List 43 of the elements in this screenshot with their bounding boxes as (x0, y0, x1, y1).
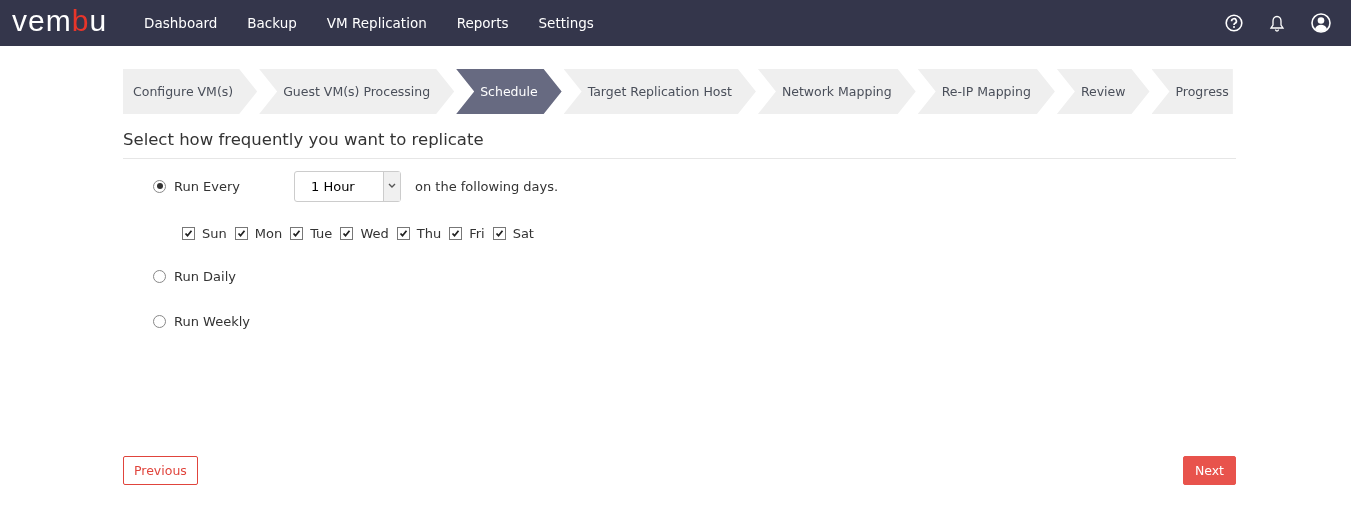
checkbox[interactable] (492, 227, 506, 240)
wizard-step[interactable]: Network Mapping (757, 69, 916, 114)
radio-button[interactable] (153, 179, 166, 193)
option-label: Run Every (174, 178, 241, 194)
day-label: Wed (360, 226, 389, 241)
radio-button[interactable] (153, 314, 166, 328)
wizard-step[interactable]: Review (1056, 69, 1150, 114)
option-label: Run Weekly (174, 313, 251, 329)
section-title: Select how frequently you want to replicate (123, 130, 1236, 159)
day-label: Fri (469, 226, 485, 241)
day-label: Sun (202, 226, 227, 241)
wizard-step[interactable]: Configure VM(s) (123, 69, 258, 114)
checkbox[interactable] (340, 227, 354, 240)
bell-icon[interactable] (1269, 14, 1285, 32)
day-label: Thu (416, 226, 442, 241)
radio-button[interactable] (153, 269, 166, 283)
interval-select[interactable]: 1 Hour (294, 170, 401, 202)
wizard-step[interactable]: Guest VM(s) Processing (259, 69, 455, 114)
wizard-step[interactable]: Re-IP Mapping (917, 69, 1055, 114)
help-icon[interactable] (1225, 14, 1243, 32)
nav-link[interactable]: Reports (441, 15, 524, 31)
day-label: Mon (254, 226, 283, 241)
checkbox[interactable] (234, 227, 248, 240)
nav-link[interactable]: Dashboard (129, 15, 233, 31)
previous-button[interactable]: Previous (123, 456, 198, 485)
caret-icon (388, 183, 396, 189)
option-label: Run Daily (174, 268, 237, 284)
nav-link[interactable]: Backup (232, 15, 312, 31)
user-icon[interactable] (1311, 13, 1331, 33)
next-button[interactable]: Next (1182, 456, 1236, 485)
nav-link[interactable]: VM Replication (311, 15, 442, 31)
checkbox[interactable] (290, 227, 304, 240)
checkbox[interactable] (182, 227, 195, 240)
day-label: Sat (512, 226, 534, 241)
nav-link[interactable]: Settings (523, 15, 609, 31)
wizard-step[interactable]: Progress (1151, 69, 1233, 114)
wizard-step[interactable]: Schedule (456, 69, 562, 114)
day-label: Tue (310, 226, 333, 241)
checkbox[interactable] (449, 227, 463, 240)
days-label: on the following days. (415, 178, 559, 194)
logo: vembu (12, 6, 108, 36)
checkbox[interactable] (396, 227, 410, 240)
wizard-step[interactable]: Target Replication Host (563, 69, 756, 114)
